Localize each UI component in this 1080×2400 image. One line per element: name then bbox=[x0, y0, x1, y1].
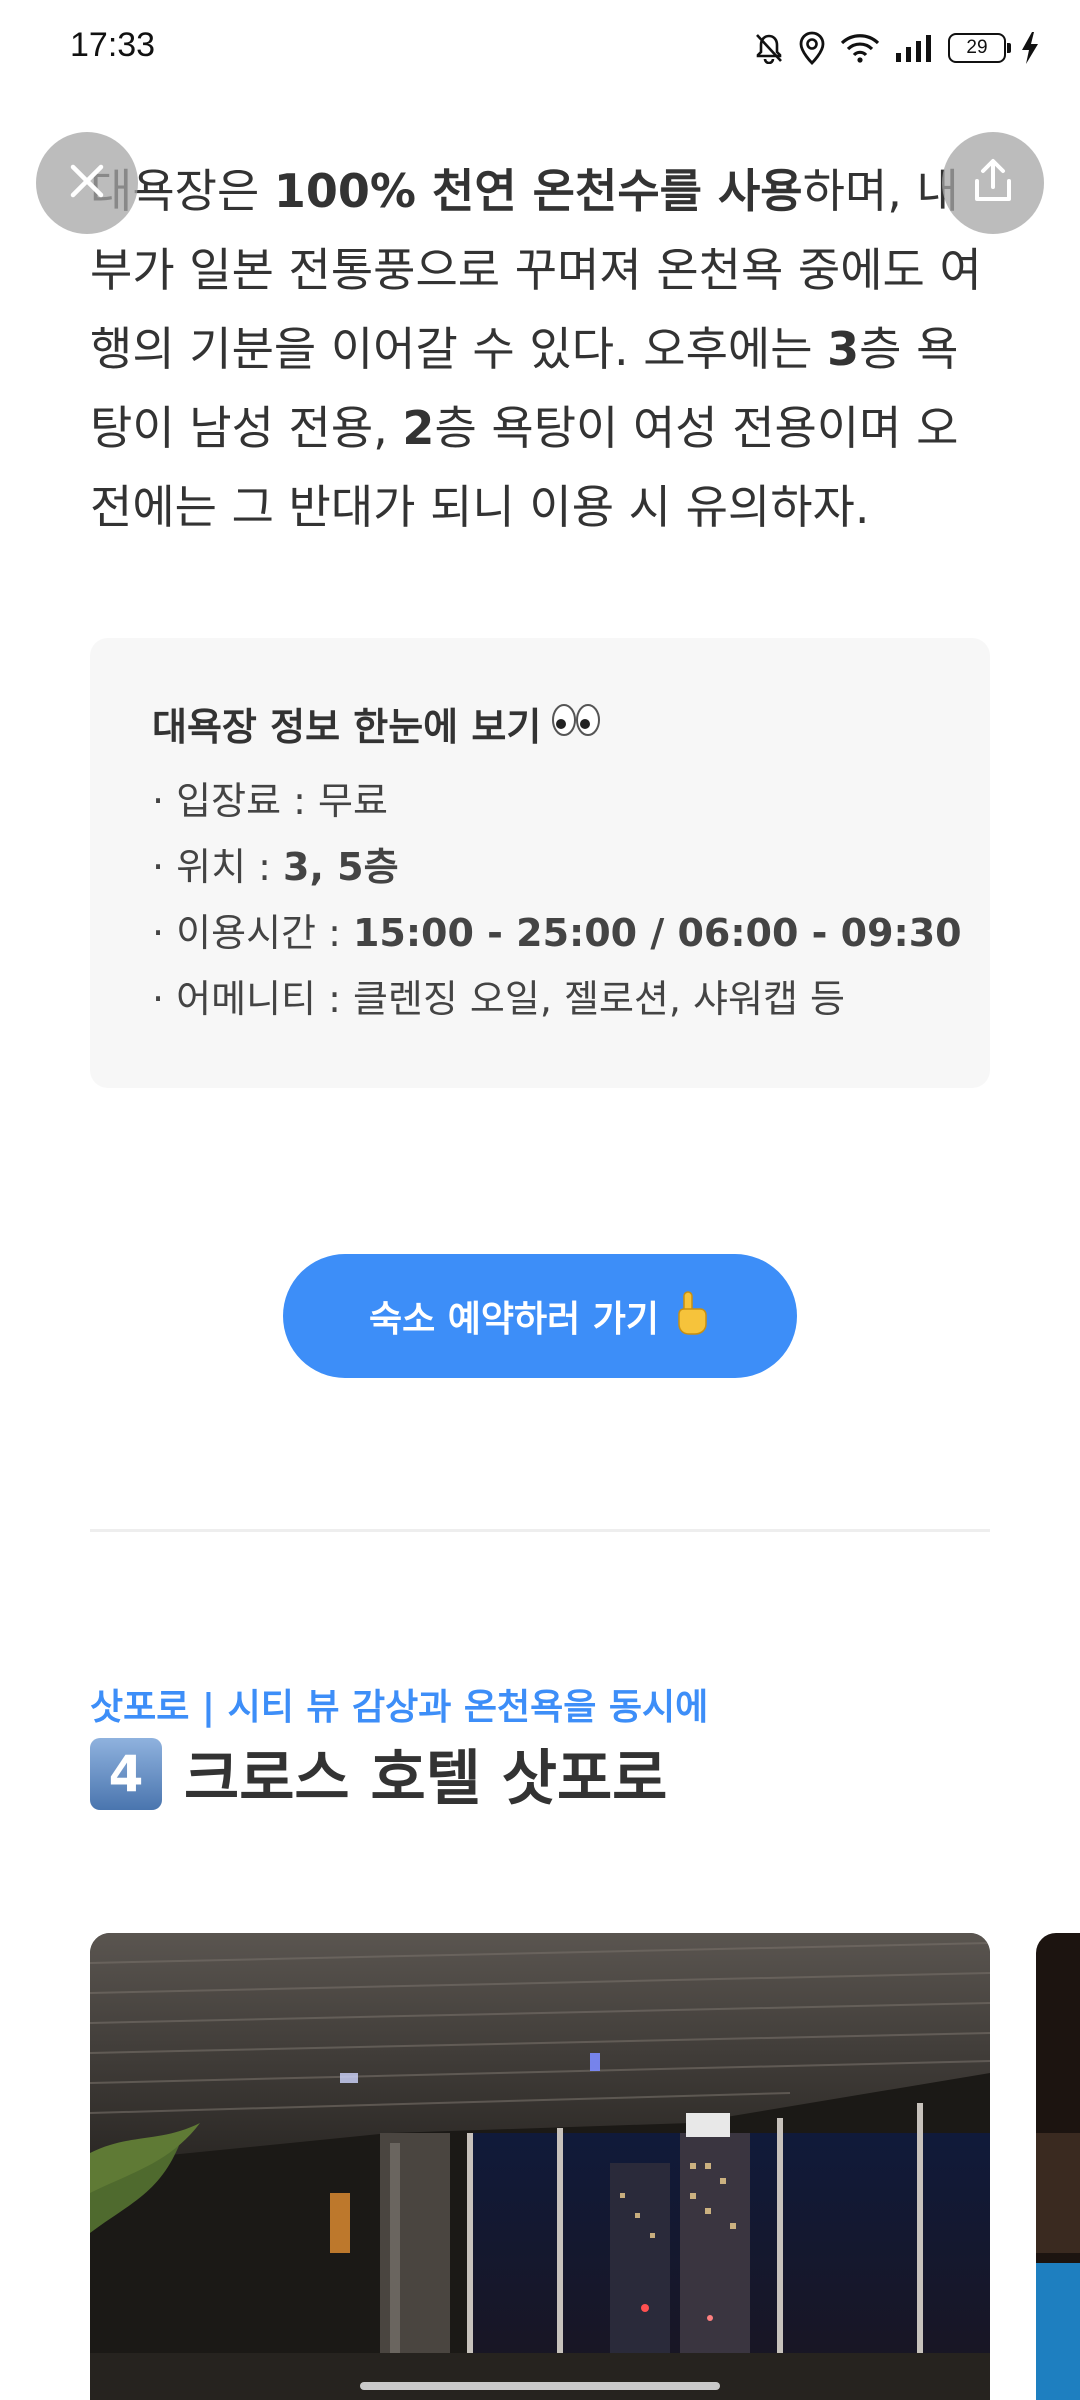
article-bold-text: 100% 천연 온천수를 사용 bbox=[273, 164, 803, 218]
info-item-label: · 어메니티 : bbox=[152, 977, 353, 1021]
info-item-value: 15:00 - 25:00 / 06:00 - 09:30 bbox=[352, 911, 962, 955]
info-item-value: 3, 5층 bbox=[283, 845, 399, 889]
section-subtitle: 삿포로 | 시티 뷰 감상과 온천욕을 동시에 bbox=[90, 1687, 709, 1728]
share-button[interactable] bbox=[942, 132, 1044, 234]
hotel-photo[interactable] bbox=[90, 1933, 990, 2400]
section-divider bbox=[90, 1529, 990, 1532]
info-item-fee: · 입장료 : 무료 bbox=[152, 768, 990, 834]
info-item-value: 무료 bbox=[318, 779, 388, 823]
article-paragraph: 대욕장은 100% 천연 온천수를 사용하며, 내부가 일본 전통풍으로 꾸며져… bbox=[90, 152, 990, 547]
hotel-title: 크로스 호텔 삿포로 bbox=[184, 1744, 668, 1814]
next-photo-peek[interactable] bbox=[1036, 1933, 1080, 2400]
info-item-amenities: · 어메니티 : 클렌징 오일, 젤로션, 샤워캡 등 bbox=[152, 966, 990, 1032]
battery-icon: 29 bbox=[948, 33, 1011, 63]
wifi-icon bbox=[840, 32, 880, 64]
book-accommodation-button[interactable]: 숙소 예약하러 가기 bbox=[283, 1254, 797, 1378]
close-button[interactable] bbox=[36, 132, 138, 234]
status-icons: 29 bbox=[754, 28, 1040, 68]
info-item-label: · 위치 : bbox=[152, 845, 284, 889]
article-bold-text: 3 bbox=[827, 322, 860, 376]
eyes-icon bbox=[551, 700, 601, 754]
status-bar: 17:33 29 bbox=[0, 0, 1080, 96]
info-item-location: · 위치 : 3, 5층 bbox=[152, 834, 990, 900]
location-icon bbox=[798, 31, 826, 65]
pointing-hand-icon bbox=[671, 1288, 711, 1345]
charging-bolt-icon bbox=[1020, 31, 1040, 65]
book-button-label: 숙소 예약하러 가기 bbox=[368, 1299, 660, 1340]
section-title: 4 크로스 호텔 삿포로 bbox=[90, 1730, 667, 1817]
info-item-value: 클렌징 오일, 젤로션, 샤워캡 등 bbox=[352, 977, 845, 1021]
mute-bell-icon bbox=[754, 32, 784, 64]
info-box-title: 대욕장 정보 한눈에 보기 bbox=[152, 700, 990, 754]
article-bold-text: 2 bbox=[402, 401, 435, 455]
close-icon bbox=[67, 161, 107, 205]
home-indicator[interactable] bbox=[360, 2382, 720, 2390]
info-box-title-text: 대욕장 정보 한눈에 보기 bbox=[152, 705, 542, 749]
number-badge: 4 bbox=[90, 1737, 162, 1810]
info-box: 대욕장 정보 한눈에 보기 · 입장료 : 무료 · 위치 : 3, 5층 · … bbox=[90, 638, 990, 1088]
info-item-hours: · 이용시간 : 15:00 - 25:00 / 06:00 - 09:30 bbox=[152, 900, 990, 966]
info-item-label: · 이용시간 : bbox=[152, 911, 353, 955]
signal-icon bbox=[894, 33, 934, 63]
info-item-label: · 입장료 : bbox=[152, 779, 318, 823]
share-icon bbox=[971, 157, 1015, 209]
status-time: 17:33 bbox=[70, 26, 156, 64]
